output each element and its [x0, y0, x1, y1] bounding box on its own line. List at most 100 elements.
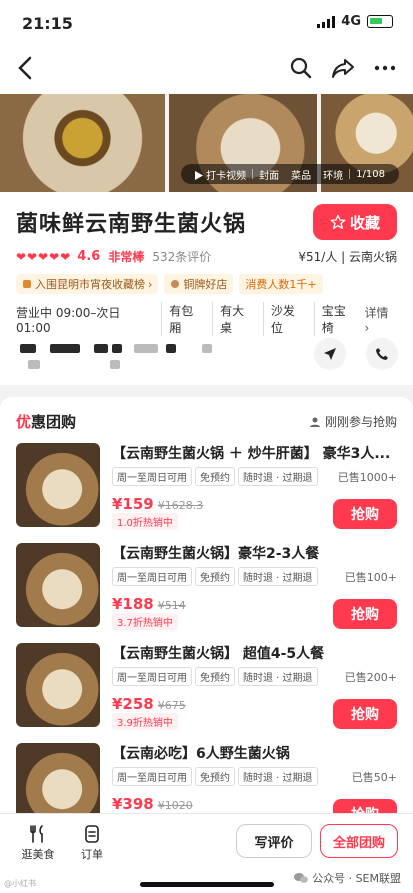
deal-discount: 3.9折热销中	[112, 713, 178, 730]
deal-price-now: ¥258	[112, 695, 154, 713]
deal-sold-count: 已售50+	[351, 771, 397, 784]
deal-card[interactable]: 【云南野生菌火锅】 超值4-5人餐 周一至周日可用 免预约 随时退 · 过期退 …	[16, 643, 397, 733]
deal-price: ¥159 ¥1628.3	[112, 495, 203, 513]
deal-price-old: ¥1020	[157, 799, 193, 812]
share-button[interactable]	[331, 56, 355, 80]
shop-name: 菌味鲜云南野生菌火锅	[16, 212, 247, 237]
bottom-bar: 逛美食 订单 写评价 全部团购 公众号 · SEM联盟 @小红书	[0, 813, 413, 893]
deal-price-now: ¥188	[112, 595, 154, 613]
search-icon	[290, 57, 312, 79]
buy-button[interactable]: 抢购	[333, 699, 397, 729]
redacted-address	[20, 344, 36, 353]
deal-tag: 周一至周日可用	[112, 667, 192, 686]
facility-tag: 有大桌	[212, 302, 263, 336]
rating-score: 4.6	[77, 249, 101, 264]
deal-tag: 随时退 · 过期退	[238, 567, 318, 586]
deal-price: ¥188 ¥514	[112, 595, 186, 613]
deals-title: 优惠团购	[16, 413, 77, 431]
deal-price-old: ¥514	[157, 599, 186, 612]
favorite-button[interactable]: 收藏	[313, 204, 397, 240]
deal-price: ¥258 ¥675	[112, 695, 186, 713]
badge-bronze[interactable]: 铜牌好店	[164, 274, 234, 294]
buy-button[interactable]: 抢购	[333, 799, 397, 813]
user-icon	[309, 417, 320, 427]
deal-tags: 周一至周日可用 免预约 随时退 · 过期退	[112, 667, 318, 686]
network-label: 4G	[341, 14, 361, 29]
deal-card[interactable]: 【云南野生菌火锅】豪华2-3人餐 周一至周日可用 免预约 随时退 · 过期退 已…	[16, 543, 397, 633]
deal-price: ¥398 ¥1020	[112, 795, 193, 813]
reviews-link[interactable]: 532条评价	[152, 248, 211, 265]
buy-button[interactable]: 抢购	[333, 499, 397, 529]
gallery-tab-environment[interactable]: 环境	[317, 167, 349, 182]
deal-image	[16, 443, 100, 527]
deals-header: 优惠团购 刚刚参与抢购	[16, 411, 397, 432]
shop-info: 菌味鲜云南野生菌火锅 收藏 ❤❤❤❤❤ 4.6 非常棒 532条评价 ¥51/人…	[0, 192, 413, 385]
deal-tag: 周一至周日可用	[112, 567, 192, 586]
deal-title: 【云南野生菌火锅 ＋ 炒牛肝菌】 豪华3人...	[112, 446, 391, 462]
deal-card[interactable]: 【云南必吃】6人野生菌火锅 周一至周日可用 免预约 随时退 · 过期退 已售50…	[16, 743, 397, 813]
phone-icon	[376, 348, 388, 360]
deal-discount: 1.0折热销中	[112, 513, 178, 530]
back-button[interactable]	[12, 54, 40, 89]
nav-actions	[289, 56, 397, 80]
gallery-counter[interactable]: 1/108	[350, 169, 391, 180]
facility-tag: 沙发位	[262, 302, 314, 336]
redacted-address	[202, 344, 212, 353]
badge-list: 入围昆明市宵夜收藏榜 › 铜牌好店 消费人数1千+	[16, 274, 323, 294]
redacted-address	[134, 344, 158, 353]
deal-price-old: ¥675	[157, 699, 186, 712]
redacted-address	[50, 344, 80, 353]
redacted-address	[112, 344, 122, 353]
deal-tag: 周一至周日可用	[112, 467, 192, 486]
fork-knife-icon	[30, 825, 43, 843]
all-deals-button[interactable]: 全部团购	[320, 824, 398, 858]
deal-tag: 免预约	[195, 467, 235, 486]
address-row[interactable]	[16, 338, 398, 372]
deal-tag: 免预约	[195, 567, 235, 586]
tab-orders[interactable]: 订单	[72, 824, 112, 862]
rating-row: ❤❤❤❤❤ 4.6 非常棒 532条评价 ¥51/人 | 云南火锅	[16, 248, 397, 265]
navigate-button[interactable]	[314, 338, 346, 370]
deal-image	[16, 643, 100, 727]
deal-tags: 周一至周日可用 免预约 随时退 · 过期退	[112, 467, 318, 486]
business-hours: 营业中 09:00–次日01:00	[16, 305, 121, 335]
deal-tag: 免预约	[195, 767, 235, 786]
heart-rating-icon: ❤❤❤❤❤	[16, 249, 72, 264]
deal-discount: 3.7折热销中	[112, 613, 178, 630]
gallery-photo[interactable]	[0, 94, 165, 192]
group-deals-section: 优惠团购 刚刚参与抢购 【云南野生菌火锅 ＋ 炒牛肝菌】 豪华3人... 周一至…	[0, 397, 413, 813]
deal-card[interactable]: 【云南野生菌火锅 ＋ 炒牛肝菌】 豪华3人... 周一至周日可用 免预约 随时退…	[16, 443, 397, 533]
share-icon	[332, 59, 354, 78]
more-button[interactable]	[373, 56, 397, 80]
gallery-tab-cover[interactable]: 封面	[253, 167, 285, 182]
order-icon	[85, 825, 99, 843]
buy-button[interactable]: 抢购	[333, 599, 397, 629]
deal-tag: 随时退 · 过期退	[238, 467, 318, 486]
deal-image	[16, 743, 100, 813]
redacted-address	[110, 360, 120, 369]
deal-price-now: ¥159	[112, 495, 154, 513]
deal-price-now: ¥398	[112, 795, 154, 813]
deal-title: 【云南必吃】6人野生菌火锅	[112, 746, 290, 762]
deal-title: 【云南野生菌火锅】 超值4-5人餐	[112, 646, 325, 662]
gallery-tab-dishes[interactable]: 菜品	[285, 167, 317, 182]
details-link[interactable]: 详情 ›	[365, 304, 397, 335]
gallery-tab-video[interactable]: 打卡视频	[189, 167, 252, 182]
deals-hint: 刚刚参与抢购	[309, 413, 397, 430]
deal-image	[16, 543, 100, 627]
status-time: 21:15	[22, 14, 73, 33]
more-icon	[374, 65, 396, 71]
hours-row: 营业中 09:00–次日01:00 有包厢 有大桌 沙发位 宝宝椅 详情 ›	[16, 302, 397, 336]
deal-sold-count: 已售200+	[344, 671, 397, 684]
call-button[interactable]	[366, 338, 398, 370]
tab-explore-food[interactable]: 逛美食	[18, 824, 58, 862]
watermark-left: @小红书	[4, 879, 36, 888]
badge-ranking[interactable]: 入围昆明市宵夜收藏榜 ›	[16, 274, 159, 294]
search-button[interactable]	[289, 56, 313, 80]
write-review-button[interactable]: 写评价	[236, 824, 312, 858]
status-bar: 21:15 4G	[0, 0, 413, 46]
facility-tag: 宝宝椅	[313, 302, 365, 336]
star-icon	[330, 214, 346, 229]
deal-title: 【云南野生菌火锅】豪华2-3人餐	[112, 546, 320, 562]
deal-tag: 随时退 · 过期退	[238, 667, 318, 686]
